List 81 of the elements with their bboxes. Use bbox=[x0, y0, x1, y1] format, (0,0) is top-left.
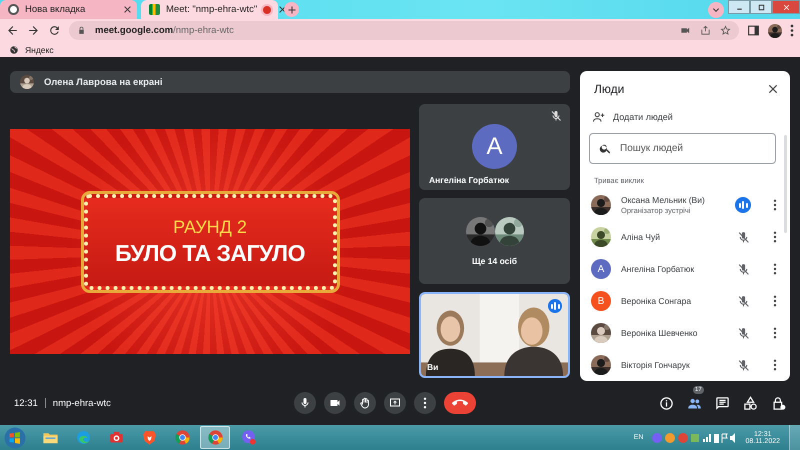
person-add-icon bbox=[592, 110, 606, 124]
slide-title: БУЛО ТА ЗАГУЛО bbox=[115, 240, 305, 266]
camera-icon[interactable] bbox=[680, 25, 691, 36]
menu-button[interactable] bbox=[790, 24, 794, 37]
address-field[interactable]: meet.google.com/nmp-ehra-wtc bbox=[69, 21, 739, 40]
slide-subtitle: РАУНД 2 bbox=[173, 216, 247, 238]
plus-icon bbox=[286, 4, 298, 16]
avatar-icon: A bbox=[591, 259, 611, 279]
close-icon bbox=[782, 2, 790, 12]
participant-name: Ангеліна Горбатюк bbox=[621, 264, 696, 274]
more-options-button[interactable] bbox=[773, 231, 777, 243]
recording-icon bbox=[263, 6, 272, 14]
more-options-button[interactable] bbox=[773, 359, 777, 371]
end-call-button[interactable] bbox=[444, 392, 476, 414]
bookmark-link[interactable]: Яндекс bbox=[9, 44, 54, 54]
url-text: meet.google.com/nmp-ehra-wtc bbox=[95, 25, 234, 36]
camera-button[interactable] bbox=[324, 392, 346, 414]
host-controls-button[interactable] bbox=[771, 396, 786, 410]
search-icon bbox=[599, 142, 612, 155]
back-button[interactable] bbox=[6, 24, 19, 37]
lion-logo-icon bbox=[140, 429, 158, 446]
participant-name: Вероніка Шевченко bbox=[621, 328, 698, 338]
meeting-code: nmp-ehra-wtc bbox=[52, 398, 111, 408]
maximize-icon bbox=[756, 2, 766, 12]
participant-row[interactable]: Вікторія Гончарук bbox=[580, 349, 790, 381]
maximize-button[interactable] bbox=[750, 0, 772, 14]
participant-row[interactable]: Аліна Чуй bbox=[580, 221, 790, 253]
participant-name: Аліна Чуй bbox=[621, 232, 661, 242]
system-tray-icons[interactable] bbox=[652, 432, 736, 444]
participant-name: Ангеліна Горбатюк bbox=[429, 175, 509, 185]
more-options-button[interactable] bbox=[773, 263, 777, 275]
share-icon[interactable] bbox=[700, 25, 711, 36]
participant-row[interactable]: Вероніка Шевченко bbox=[580, 317, 790, 349]
participant-name: Ви bbox=[427, 362, 438, 372]
start-button[interactable] bbox=[4, 426, 26, 448]
browser-logo-icon bbox=[8, 4, 19, 15]
edge-logo-icon bbox=[74, 429, 92, 446]
participant-row[interactable]: В Вероніка Сонгара bbox=[580, 285, 790, 317]
participant-name: Вікторія Гончарук bbox=[621, 360, 691, 370]
tab-search-button[interactable] bbox=[708, 2, 724, 18]
microphone-button[interactable] bbox=[294, 392, 316, 414]
more-options-button[interactable] bbox=[773, 199, 777, 211]
chat-button[interactable] bbox=[715, 396, 730, 410]
browser-tab[interactable]: Нова вкладка bbox=[0, 0, 137, 19]
taskbar-app-button[interactable] bbox=[200, 426, 230, 449]
search-field[interactable]: Пошук людей bbox=[589, 133, 776, 164]
more-options-button[interactable] bbox=[773, 327, 777, 339]
participant-name: Оксана Мельник (Ви) bbox=[621, 195, 706, 205]
phone-bubble-icon bbox=[240, 429, 256, 446]
tab-title: Нова вкладка bbox=[25, 4, 86, 15]
more-participants-text: Ще 14 осіб bbox=[472, 256, 517, 266]
tab-title: Meet: "nmp-ehra-wtc" bbox=[166, 4, 258, 15]
avatar-icon: A bbox=[472, 124, 517, 169]
participant-name: Вероніка Сонгара bbox=[621, 296, 692, 306]
hand-icon bbox=[359, 397, 371, 409]
info-button[interactable] bbox=[659, 396, 674, 410]
globe-icon bbox=[9, 44, 19, 54]
panel-title: Люди bbox=[594, 82, 624, 96]
meeting-time: 12:31 bbox=[14, 398, 38, 408]
chrome-logo-icon bbox=[174, 429, 190, 446]
video-camera-icon bbox=[329, 397, 341, 409]
participant-row[interactable]: A Ангеліна Горбатюк bbox=[580, 253, 790, 285]
more-options-button[interactable] bbox=[414, 392, 436, 414]
close-button[interactable] bbox=[766, 82, 780, 96]
forward-button[interactable] bbox=[27, 24, 40, 37]
activities-button[interactable] bbox=[743, 396, 758, 410]
close-icon[interactable] bbox=[122, 4, 133, 15]
present-button[interactable] bbox=[384, 392, 406, 414]
reload-button[interactable] bbox=[48, 24, 61, 37]
avatar-icon: В bbox=[591, 291, 611, 311]
bookmark-star-icon[interactable] bbox=[720, 25, 731, 36]
new-tab-button[interactable] bbox=[284, 2, 299, 17]
microphone-icon bbox=[299, 397, 311, 409]
chrome-logo-icon bbox=[206, 429, 224, 446]
side-panel-button[interactable] bbox=[747, 24, 760, 37]
video-logo-icon bbox=[149, 4, 160, 15]
presenter-text: Олена Лаврова на екрані bbox=[44, 76, 163, 88]
raise-hand-button[interactable] bbox=[354, 392, 376, 414]
more-options-button[interactable] bbox=[773, 295, 777, 307]
lock-icon bbox=[77, 26, 86, 35]
add-people-button[interactable]: Додати людей bbox=[592, 110, 673, 124]
